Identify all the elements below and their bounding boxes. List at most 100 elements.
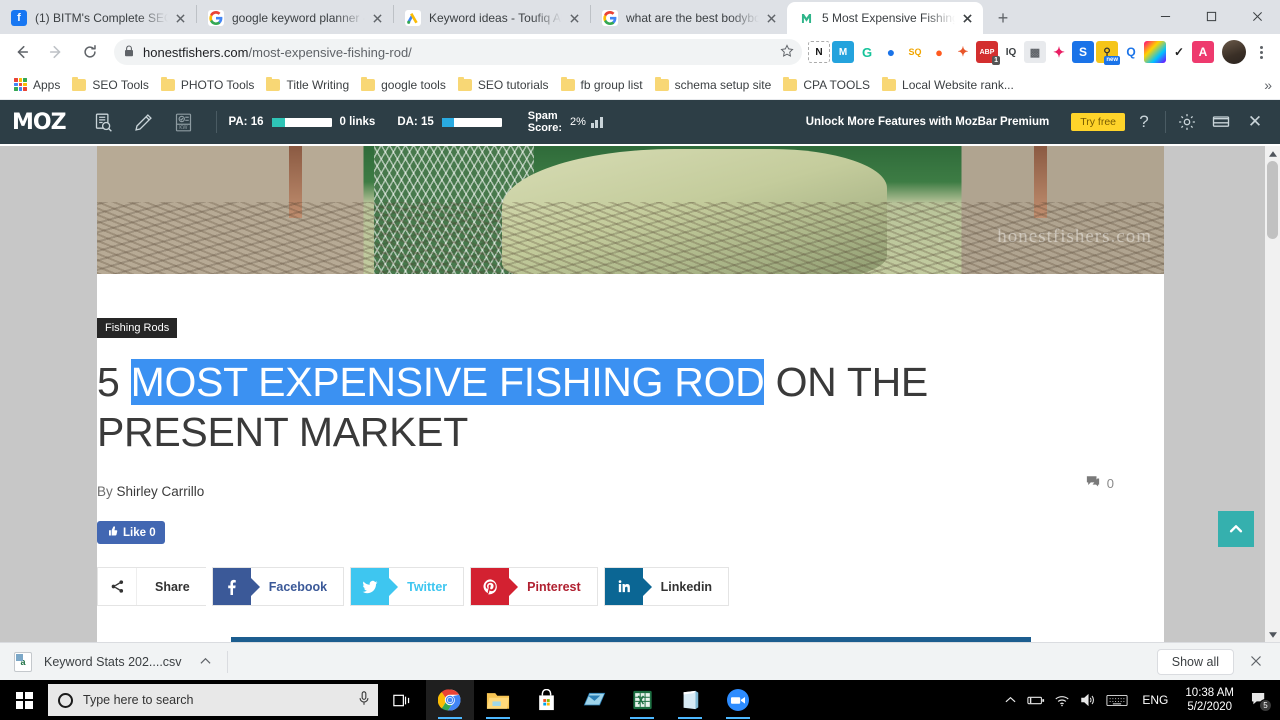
bookmarks-bar: Apps SEO Tools PHOTO Tools Title Writing… <box>0 70 1280 100</box>
share-twitter-button[interactable]: Twitter <box>350 567 465 607</box>
todo-extension-icon[interactable]: ✓ <box>1168 41 1190 63</box>
bookmark-folder-cpa-tools[interactable]: CPA TOOLS <box>779 75 878 95</box>
zoom-taskbar-icon[interactable] <box>714 680 762 720</box>
similarweb-extension-icon[interactable]: ▩ <box>1024 41 1046 63</box>
keyboard-icon[interactable] <box>1101 680 1133 720</box>
reload-button[interactable] <box>76 38 104 66</box>
file-explorer-taskbar-icon[interactable] <box>474 680 522 720</box>
chrome-menu-icon[interactable] <box>1250 45 1272 59</box>
alexa-extension-icon[interactable]: A <box>1192 41 1214 63</box>
share-pinterest-button[interactable]: Pinterest <box>470 567 598 607</box>
share-button[interactable]: Share <box>97 567 206 607</box>
gear-icon[interactable] <box>1172 107 1202 137</box>
semrush-extension-icon[interactable]: S <box>1072 41 1094 63</box>
taskbar-clock[interactable]: 10:38 AM 5/2/2020 <box>1177 686 1242 714</box>
bookmark-apps[interactable]: Apps <box>10 75 68 95</box>
author-name[interactable]: Shirley Carrillo <box>117 484 205 499</box>
bookmark-folder-title-writing[interactable]: Title Writing <box>262 75 357 95</box>
tray-overflow-icon[interactable] <box>997 680 1023 720</box>
rainbow-extension-icon[interactable] <box>1144 41 1166 63</box>
checkmark-extension-icon[interactable]: ● <box>880 41 902 63</box>
forward-button[interactable] <box>42 38 70 66</box>
tab-close-button[interactable] <box>172 10 188 26</box>
facebook-like-button[interactable]: Like 0 <box>97 521 165 545</box>
chrome-taskbar-icon[interactable] <box>426 680 474 720</box>
mailtrack-extension-icon[interactable]: M <box>832 41 854 63</box>
battery-icon[interactable] <box>1023 680 1049 720</box>
adblock-extension-icon[interactable]: ABP 1 <box>976 41 1000 65</box>
microsoft-store-taskbar-icon[interactable] <box>522 680 570 720</box>
close-download-shelf-button[interactable] <box>1246 654 1266 670</box>
keywords-everywhere-extension-icon[interactable]: IQ <box>1000 41 1022 63</box>
page-analysis-icon[interactable] <box>91 109 117 135</box>
browser-tab-1[interactable]: f (1) BITM's Complete SEO O <box>0 2 196 34</box>
wifi-icon[interactable] <box>1049 680 1075 720</box>
bookmark-folder-fb-group-list[interactable]: fb group list <box>557 75 651 95</box>
browser-tab-4[interactable]: what are the best bodyboa <box>591 2 787 34</box>
seoquake-extension-icon[interactable]: SQ <box>904 41 926 63</box>
tab-close-button[interactable] <box>959 10 975 26</box>
share-label: Share <box>136 568 206 606</box>
mail-taskbar-icon[interactable] <box>570 680 618 720</box>
tab-title: google keyword planner - G <box>232 11 365 25</box>
action-center-icon[interactable]: 5 <box>1242 680 1276 720</box>
task-view-icon[interactable] <box>378 680 426 720</box>
try-free-button[interactable]: Try free <box>1071 113 1125 131</box>
scroll-down-arrow[interactable] <box>1265 627 1280 642</box>
volume-icon[interactable] <box>1075 680 1101 720</box>
download-menu-chevron-icon[interactable] <box>200 656 211 668</box>
notion-extension-icon[interactable]: N <box>808 41 830 63</box>
highlight-pen-icon[interactable] <box>131 109 157 135</box>
flame-extension-icon[interactable]: ● <box>928 41 950 63</box>
bookmark-folder-google-tools[interactable]: google tools <box>357 75 454 95</box>
microphone-icon[interactable] <box>358 691 370 709</box>
onenote-taskbar-icon[interactable] <box>666 680 714 720</box>
help-button[interactable]: ? <box>1129 107 1159 137</box>
user-avatar[interactable] <box>1222 40 1246 64</box>
keyword-tool-extension-icon[interactable]: ⚲ new <box>1096 41 1120 65</box>
bookmark-folder-seo-tools[interactable]: SEO Tools <box>68 75 156 95</box>
mozbar-close-button[interactable]: ✕ <box>1240 107 1270 137</box>
cortana-circle-icon <box>58 692 73 708</box>
bookmark-folder-local-website-rank[interactable]: Local Website rank... <box>878 75 1022 95</box>
bookmark-folder-photo-tools[interactable]: PHOTO Tools <box>157 75 263 95</box>
share-linkedin-button[interactable]: Linkedin <box>603 567 730 607</box>
taskbar-search-input[interactable]: Type here to search <box>48 684 378 716</box>
bookmark-folder-seo-tutorials[interactable]: SEO tutorials <box>454 75 557 95</box>
grammarly-extension-icon[interactable]: G <box>856 41 878 63</box>
browser-tab-2[interactable]: google keyword planner - G <box>197 2 393 34</box>
keyword-check-icon[interactable]: KW <box>171 109 197 135</box>
like-label: Like 0 <box>123 526 156 539</box>
bookmarks-overflow-button[interactable]: » <box>1264 77 1272 93</box>
bookmark-folder-schema-setup-site[interactable]: schema setup site <box>651 75 780 95</box>
notes-icon[interactable] <box>1206 107 1236 137</box>
share-facebook-button[interactable]: Facebook <box>211 567 345 607</box>
download-item[interactable]: a Keyword Stats 202....csv <box>14 651 211 672</box>
tab-close-button[interactable] <box>566 10 582 26</box>
tab-close-button[interactable] <box>763 10 779 26</box>
address-bar[interactable]: honestfishers.com/most-expensive-fishing… <box>114 39 802 65</box>
ghostery-extension-icon[interactable]: ✦ <box>952 41 974 63</box>
category-badge[interactable]: Fishing Rods <box>97 318 178 338</box>
browser-toolbar: honestfishers.com/most-expensive-fishing… <box>0 34 1280 70</box>
page-scrollbar[interactable] <box>1265 146 1280 642</box>
scroll-up-arrow[interactable] <box>1265 146 1280 161</box>
show-all-downloads-button[interactable]: Show all <box>1156 648 1234 675</box>
back-button[interactable] <box>8 38 36 66</box>
windows-start-icon[interactable] <box>0 680 48 720</box>
excel-taskbar-icon[interactable] <box>618 680 666 720</box>
color-picker-extension-icon[interactable]: ✦ <box>1048 41 1070 63</box>
close-window-button[interactable] <box>1234 0 1280 32</box>
scroll-to-top-button[interactable] <box>1218 511 1254 547</box>
comment-count-indicator[interactable]: 0 <box>1086 475 1114 491</box>
tab-close-button[interactable] <box>369 10 385 26</box>
scrollbar-thumb[interactable] <box>1267 161 1278 239</box>
language-indicator[interactable]: ENG <box>1133 693 1177 707</box>
browser-tab-3[interactable]: Keyword ideas - Toufiq Abe <box>394 2 590 34</box>
bookmark-star-icon[interactable] <box>780 43 794 61</box>
new-tab-button[interactable]: + <box>989 4 1017 32</box>
browser-tab-5-active[interactable]: 5 Most Expensive Fishing R <box>787 2 983 34</box>
minimize-button[interactable] <box>1142 0 1188 32</box>
quetext-extension-icon[interactable]: Q <box>1120 41 1142 63</box>
maximize-button[interactable] <box>1188 0 1234 32</box>
